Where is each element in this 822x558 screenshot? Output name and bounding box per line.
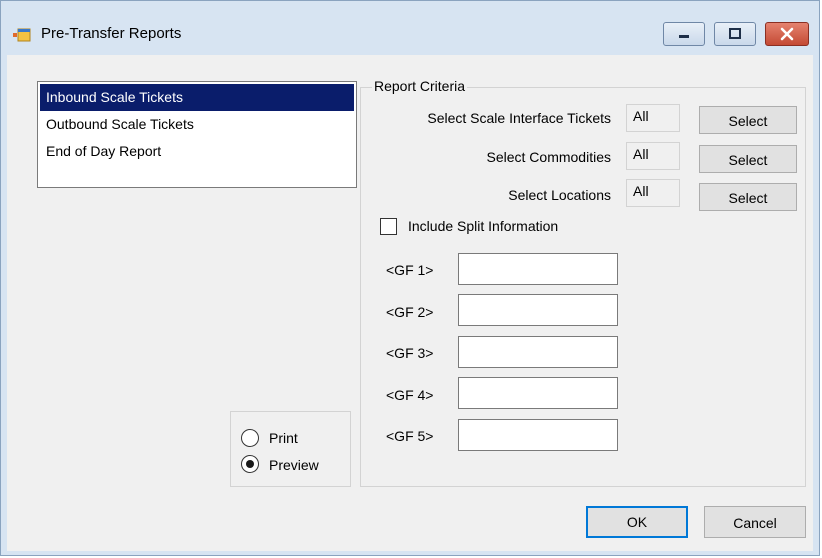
scale-tickets-value: All (626, 104, 680, 132)
commodities-label: Select Commodities (486, 149, 612, 165)
gf5-label: <GF 5> (386, 428, 434, 444)
select-scale-tickets-button[interactable]: Select (699, 106, 797, 134)
window-title: Pre-Transfer Reports (41, 25, 182, 42)
commodities-value: All (626, 142, 680, 170)
cancel-button[interactable]: Cancel (704, 506, 806, 538)
radio-selected-dot (246, 460, 254, 468)
gf1-label: <GF 1> (386, 262, 434, 278)
report-list-item[interactable]: Outbound Scale Tickets (40, 111, 354, 138)
gf2-label: <GF 2> (386, 304, 434, 320)
locations-label: Select Locations (508, 187, 611, 203)
maximize-button[interactable] (714, 22, 756, 46)
app-window-icon (13, 26, 31, 42)
title-bar[interactable]: Pre-Transfer Reports (1, 1, 819, 46)
report-listbox[interactable]: Inbound Scale Tickets Outbound Scale Tic… (37, 81, 357, 188)
ok-button[interactable]: OK (586, 506, 688, 538)
gf3-label: <GF 3> (386, 345, 434, 361)
report-list-item[interactable]: Inbound Scale Tickets (40, 84, 354, 111)
gf3-input[interactable] (458, 336, 618, 368)
gf4-input[interactable] (458, 377, 618, 409)
dialog-client-area: Inbound Scale Tickets Outbound Scale Tic… (7, 55, 813, 551)
output-group (230, 411, 351, 487)
include-split-label: Include Split Information (408, 218, 559, 234)
select-commodities-button[interactable]: Select (699, 145, 797, 173)
gf1-input[interactable] (458, 253, 618, 285)
gf4-label: <GF 4> (386, 387, 434, 403)
report-list-item[interactable]: End of Day Report (40, 138, 354, 165)
gf5-input[interactable] (458, 419, 618, 451)
scale-tickets-label: Select Scale Interface Tickets (427, 110, 611, 126)
print-label: Print (269, 430, 298, 446)
locations-value: All (626, 179, 680, 207)
minimize-button[interactable] (663, 22, 705, 46)
print-radio[interactable] (241, 429, 259, 447)
preview-radio[interactable] (241, 455, 259, 473)
pre-transfer-reports-window: Pre-Transfer Reports Inbound Scale Ticke… (0, 0, 820, 556)
close-button[interactable] (765, 22, 809, 46)
gf2-input[interactable] (458, 294, 618, 326)
select-locations-button[interactable]: Select (699, 183, 797, 211)
include-split-checkbox[interactable] (380, 218, 397, 235)
preview-label: Preview (269, 457, 319, 473)
report-criteria-label: Report Criteria (372, 78, 468, 94)
